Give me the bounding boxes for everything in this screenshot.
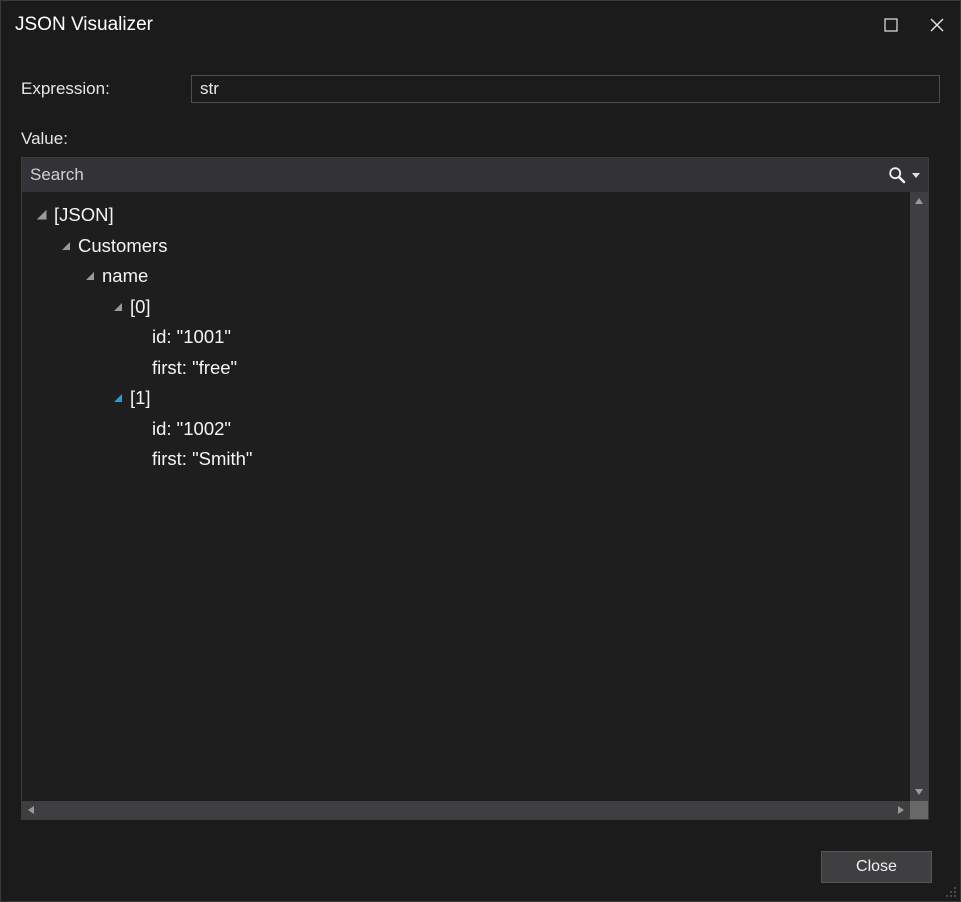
expression-row: Expression: — [21, 75, 940, 103]
scroll-corner — [910, 801, 928, 819]
tree-node-root[interactable]: [JSON] — [30, 200, 910, 231]
tree-leaf[interactable]: id: "1001" — [30, 322, 910, 353]
footer: Close — [821, 851, 932, 883]
tree-node-label: name — [102, 261, 148, 292]
maximize-icon — [884, 18, 898, 32]
scroll-up-icon[interactable] — [910, 192, 928, 210]
json-visualizer-window: JSON Visualizer Expression: Value: — [0, 0, 961, 902]
search-input[interactable] — [30, 165, 882, 185]
search-bar — [22, 158, 928, 192]
tree-leaf[interactable]: first: "free" — [30, 353, 910, 384]
content-area: Expression: Value: [JSON] — [1, 49, 960, 820]
tree-node-name[interactable]: name — [30, 261, 910, 292]
tree-leaf-text: id: "1001" — [152, 322, 231, 353]
expression-input[interactable] — [191, 75, 940, 103]
search-icon[interactable] — [888, 166, 906, 184]
tree-node-item-0[interactable]: [0] — [30, 292, 910, 323]
tree-node-label: [0] — [130, 292, 151, 323]
tree-wrap: [JSON] Customers name — [22, 192, 928, 801]
titlebar: JSON Visualizer — [1, 1, 960, 49]
window-close-button[interactable] — [914, 7, 960, 43]
scroll-left-icon[interactable] — [22, 801, 40, 819]
horizontal-scrollbar[interactable] — [22, 801, 928, 819]
resize-grip-icon[interactable] — [942, 883, 958, 899]
tree-node-item-1[interactable]: [1] — [30, 383, 910, 414]
tree-leaf[interactable]: id: "1002" — [30, 414, 910, 445]
search-dropdown-icon[interactable] — [912, 171, 920, 179]
tree-node-customers[interactable]: Customers — [30, 231, 910, 262]
vertical-scrollbar[interactable] — [910, 192, 928, 801]
tree-node-label: [JSON] — [54, 200, 114, 231]
close-button[interactable]: Close — [821, 851, 932, 883]
maximize-button[interactable] — [868, 7, 914, 43]
expander-icon[interactable] — [36, 209, 48, 221]
tree-node-label: [1] — [130, 383, 151, 414]
scroll-right-icon[interactable] — [892, 801, 910, 819]
tree-leaf-text: first: "Smith" — [152, 444, 253, 475]
value-panel: [JSON] Customers name — [21, 157, 929, 820]
tree-node-label: Customers — [78, 231, 167, 262]
tree-leaf-text: id: "1002" — [152, 414, 231, 445]
close-icon — [930, 18, 944, 32]
expander-icon[interactable] — [60, 240, 72, 252]
expander-icon[interactable] — [112, 301, 124, 313]
expression-label: Expression: — [21, 79, 181, 99]
scroll-down-icon[interactable] — [910, 783, 928, 801]
tree-leaf[interactable]: first: "Smith" — [30, 444, 910, 475]
json-tree[interactable]: [JSON] Customers name — [22, 192, 910, 801]
expander-icon[interactable] — [112, 392, 124, 404]
tree-leaf-text: first: "free" — [152, 353, 237, 384]
value-label: Value: — [21, 129, 940, 149]
expander-icon[interactable] — [84, 270, 96, 282]
window-title: JSON Visualizer — [15, 14, 868, 36]
